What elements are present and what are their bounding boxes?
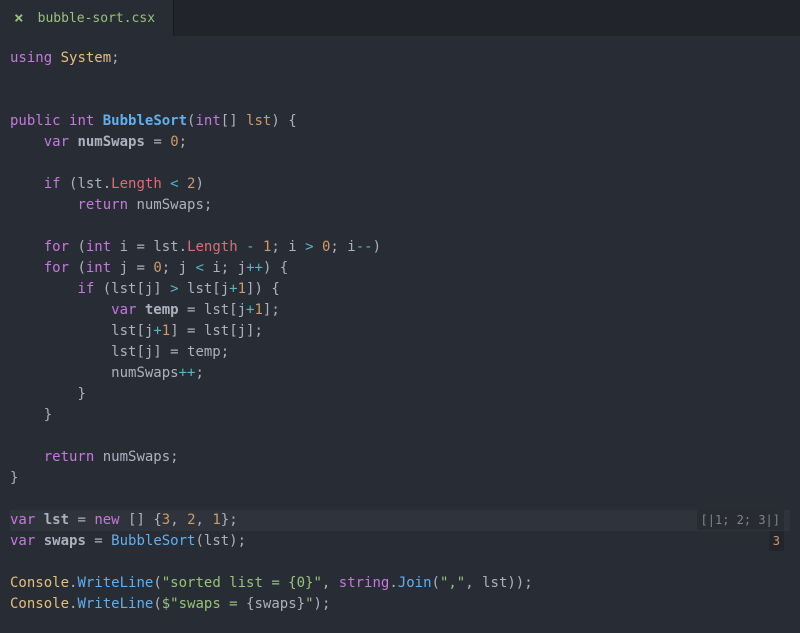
code-line [10,90,790,111]
code-line: for (int j = 0; j < i; j++) { [10,258,790,279]
tab-bar: × bubble-sort.csx [0,0,800,36]
code-line: return numSwaps; [10,447,790,468]
tab-label: bubble-sort.csx [38,11,155,26]
code-line: Console.WriteLine($"swaps = {swaps}"); [10,594,790,615]
code-line: } [10,468,790,489]
code-line [10,426,790,447]
code-line: numSwaps++; [10,363,790,384]
code-line [10,552,790,573]
code-line: } [10,384,790,405]
close-icon[interactable]: × [14,10,24,26]
editor[interactable]: using System; public int BubbleSort(int[… [0,36,800,627]
code-line [10,216,790,237]
code-line [10,153,790,174]
code-line: var temp = lst[j+1]; [10,300,790,321]
inline-result: [|1; 2; 3|] [697,510,784,530]
file-tab[interactable]: × bubble-sort.csx [0,0,174,36]
code-line [10,489,790,510]
code-line-current: var lst = new [] {3, 2, 1};[|1; 2; 3|] [10,510,790,531]
code-line [10,69,790,90]
code-line: for (int i = lst.Length - 1; i > 0; i--) [10,237,790,258]
inline-result: 3 [769,531,784,551]
code-line: var numSwaps = 0; [10,132,790,153]
code-line: lst[j+1] = lst[j]; [10,321,790,342]
code-line: if (lst[j] > lst[j+1]) { [10,279,790,300]
code-line: return numSwaps; [10,195,790,216]
code-line: public int BubbleSort(int[] lst) { [10,111,790,132]
code-line: lst[j] = temp; [10,342,790,363]
code-line: var swaps = BubbleSort(lst);3 [10,531,790,552]
code-line: if (lst.Length < 2) [10,174,790,195]
code-line: } [10,405,790,426]
code-line: using System; [10,48,790,69]
code-line: Console.WriteLine("sorted list = {0}", s… [10,573,790,594]
